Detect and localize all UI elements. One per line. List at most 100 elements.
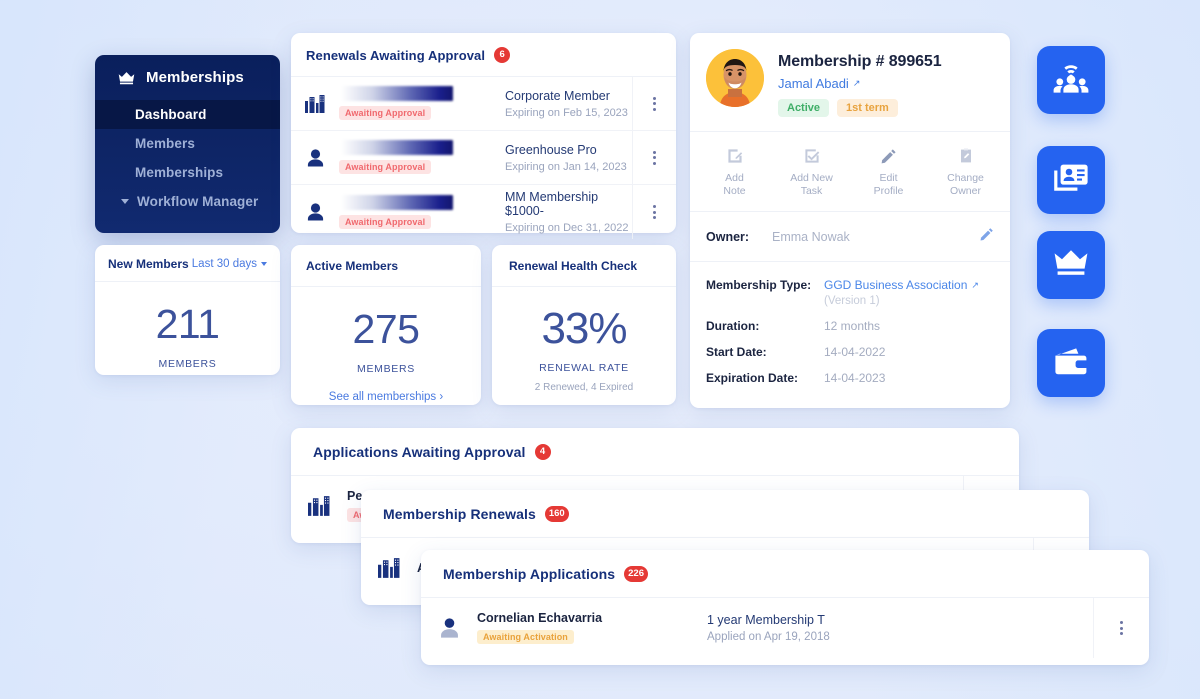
- table-row[interactable]: Awaiting Approval MM Membership $1000- E…: [291, 185, 676, 239]
- member-profile-link[interactable]: Jamal Abadi ↗: [778, 76, 942, 91]
- field-label: Duration:: [706, 319, 760, 334]
- sidebar-item-workflow-manager[interactable]: Workflow Manager: [95, 187, 280, 216]
- row-menu-button[interactable]: [632, 185, 676, 239]
- external-link-icon: ↗: [852, 78, 861, 88]
- card-title: New Members: [108, 257, 189, 271]
- renewal-rate-breakdown: 2 Renewed, 4 Expired: [534, 382, 634, 393]
- count-badge: 4: [534, 444, 551, 460]
- external-link-icon: ↗: [971, 279, 979, 290]
- kebab-menu-icon: [653, 96, 656, 111]
- field-label: Start Date:: [706, 345, 767, 360]
- membership-detail-card: Membership # 899651 Jamal Abadi ↗ Active…: [690, 33, 1010, 408]
- field-membership-type: Membership Type: GGD Business Associatio…: [706, 278, 994, 307]
- active-members-header: Active Members: [291, 245, 481, 287]
- renewal-health-check-card: Renewal Health Check 33% RENEWAL RATE 2 …: [492, 245, 676, 405]
- row-menu-button[interactable]: [632, 131, 676, 184]
- table-row[interactable]: Awaiting Approval Corporate Member Expir…: [291, 77, 676, 131]
- date-range-select[interactable]: Last 30 days: [192, 258, 267, 270]
- crown-icon: [117, 71, 136, 85]
- applicant-name-cell: Cornelian Echavarria Awaiting Activation: [477, 611, 707, 645]
- wallet-button[interactable]: [1037, 329, 1105, 397]
- person-icon: [291, 148, 339, 167]
- renewal-health-header: Renewal Health Check: [492, 245, 676, 287]
- owner-value: Emma Nowak: [772, 229, 850, 244]
- status-badge: Awaiting Approval: [339, 214, 432, 229]
- community-button[interactable]: [1037, 46, 1105, 114]
- count-badge: 160: [544, 506, 569, 522]
- chevron-down-icon: [261, 262, 267, 266]
- status-badge-term: 1st term: [837, 99, 898, 117]
- field-label: Membership Type:: [706, 278, 812, 293]
- card-header: Applications Awaiting Approval 4: [291, 428, 1019, 476]
- row-menu-button[interactable]: [1093, 598, 1149, 658]
- action-label-line2: Profile: [873, 185, 904, 198]
- owner-row: Owner: Emma Nowak: [690, 212, 1010, 263]
- sidebar-item-members[interactable]: Members: [95, 129, 280, 158]
- note-edit-icon: [696, 146, 773, 166]
- sidebar-item-label: Memberships: [135, 165, 224, 180]
- sidebar: Memberships Dashboard Members Membership…: [95, 55, 280, 233]
- status-badge: Awaiting Approval: [339, 106, 432, 120]
- card-title: Membership Renewals: [383, 506, 536, 522]
- action-label-line1: Edit: [879, 172, 898, 184]
- redacted-member-name: Awaiting Approval: [339, 194, 499, 230]
- plan-name: Corporate Member: [505, 88, 610, 103]
- id-card-button[interactable]: [1037, 146, 1105, 214]
- expiry-text: Expiring on Dec 31, 2022: [505, 222, 629, 234]
- sidebar-item-label: Workflow Manager: [137, 194, 259, 209]
- clipboard-pencil-icon: [927, 146, 1004, 166]
- sidebar-brand[interactable]: Memberships: [95, 55, 280, 100]
- table-row[interactable]: Awaiting Approval Greenhouse Pro Expirin…: [291, 131, 676, 185]
- memberships-button[interactable]: [1037, 231, 1105, 299]
- avatar: [706, 49, 764, 107]
- renewals-card-header: Renewals Awaiting Approval 6: [291, 33, 676, 77]
- sidebar-item-dashboard[interactable]: Dashboard: [95, 100, 280, 129]
- redacted-member-name: Awaiting Approval: [339, 140, 499, 175]
- kebab-menu-icon: [1120, 621, 1123, 635]
- new-members-card: New Members Last 30 days 211 MEMBERS: [95, 245, 280, 375]
- plan-name: Greenhouse Pro: [505, 142, 597, 157]
- field-value: 14-04-2022: [824, 345, 886, 360]
- person-icon: [421, 618, 477, 638]
- renewal-rate-value: 33%: [541, 304, 627, 353]
- blurred-name-bar: [341, 140, 453, 155]
- change-owner-button[interactable]: Change Owner: [927, 146, 1004, 198]
- add-note-button[interactable]: Add Note: [696, 146, 773, 198]
- field-start-date: Start Date: 14-04-2022: [706, 345, 994, 359]
- building-icon: [361, 558, 417, 578]
- new-members-value: 211: [155, 301, 220, 347]
- edit-profile-button[interactable]: Edit Profile: [850, 146, 927, 198]
- owner-edit-button[interactable]: [980, 227, 994, 246]
- membership-type-link[interactable]: GGD Business Association ↗: [824, 278, 979, 292]
- new-members-unit: MEMBERS: [158, 358, 217, 370]
- new-members-header: New Members Last 30 days: [95, 245, 280, 282]
- active-members-card: Active Members 275 MEMBERS See all membe…: [291, 245, 481, 405]
- pencil-icon: [850, 146, 927, 166]
- row-menu-button[interactable]: [632, 77, 676, 130]
- expiry-text: Expiring on Feb 15, 2023: [505, 106, 628, 119]
- card-title: Renewal Health Check: [509, 259, 638, 273]
- page-title: Membership # 899651: [778, 53, 942, 70]
- membership-type-version: (Version 1): [824, 295, 880, 308]
- action-label-line2: Owner: [950, 185, 981, 198]
- sidebar-brand-label: Memberships: [146, 69, 244, 86]
- sidebar-item-memberships[interactable]: Memberships: [95, 158, 280, 187]
- membership-detail-header: Membership # 899651 Jamal Abadi ↗ Active…: [690, 33, 1010, 132]
- list-item[interactable]: Cornelian Echavarria Awaiting Activation…: [421, 598, 1149, 658]
- action-label-line2: Task: [800, 185, 823, 198]
- row-meta: Greenhouse Pro Expiring on Jan 14, 2023: [499, 143, 632, 173]
- sidebar-item-label: Dashboard: [135, 107, 207, 122]
- status-badge-active: Active: [778, 99, 830, 117]
- checkbox-check-icon: [773, 146, 850, 166]
- see-all-memberships-link[interactable]: See all memberships ›: [291, 391, 481, 403]
- applied-text: Applied on Apr 19, 2018: [707, 631, 830, 643]
- add-new-task-button[interactable]: Add New Task: [773, 146, 850, 198]
- renewal-rate-unit: RENEWAL RATE: [539, 362, 629, 374]
- action-label-line2: Note: [723, 185, 746, 198]
- card-title: Membership Applications: [443, 566, 616, 582]
- card-header: Membership Renewals 160: [361, 490, 1089, 538]
- count-badge: 226: [624, 566, 648, 582]
- renewals-count-badge: 6: [494, 47, 511, 63]
- membership-detail-identity: Membership # 899651 Jamal Abadi ↗ Active…: [778, 49, 942, 117]
- crown-icon: [1053, 249, 1089, 282]
